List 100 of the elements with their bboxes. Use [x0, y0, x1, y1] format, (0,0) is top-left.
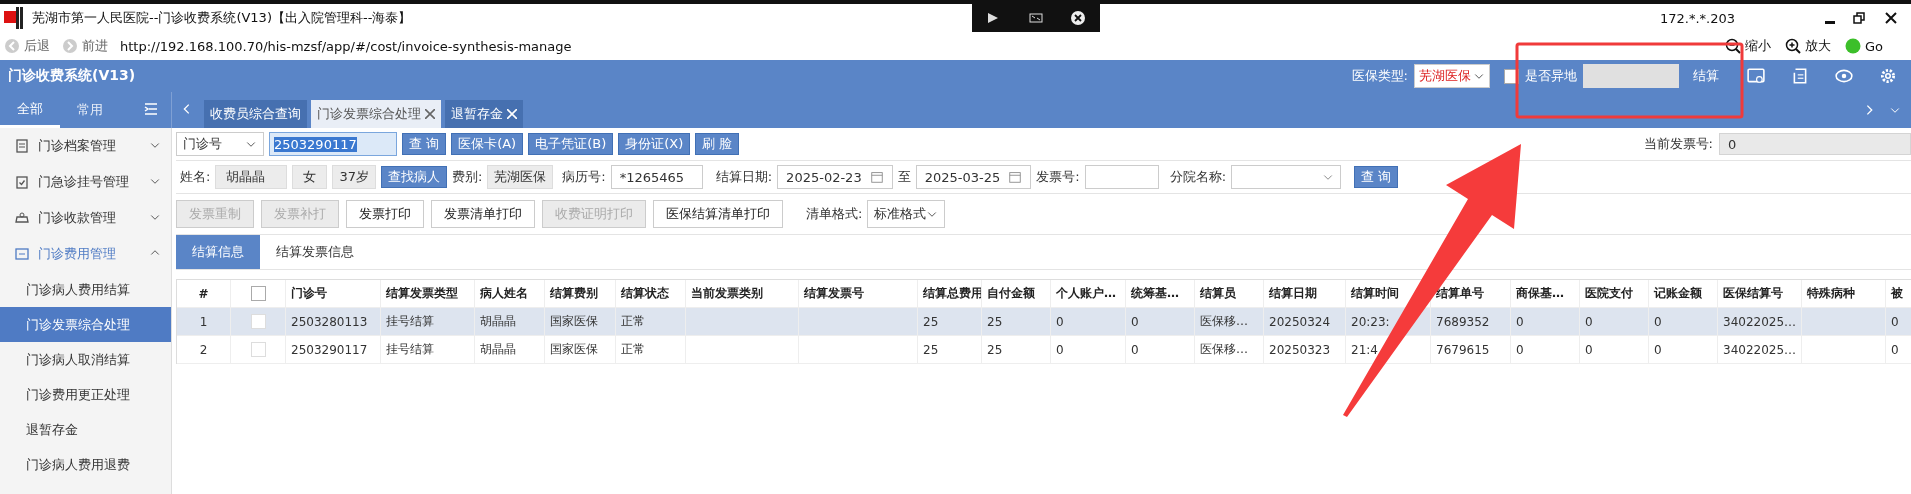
search-button[interactable]: 查 询	[1354, 166, 1399, 188]
minimize-icon	[1825, 21, 1835, 24]
action-button[interactable]: 医保结算清单打印	[653, 200, 783, 228]
date-from-field[interactable]: 2025-02-23	[777, 165, 893, 189]
close-icon[interactable]	[425, 109, 435, 119]
age-field: 37岁	[332, 165, 376, 189]
name-field: 胡晶晶	[215, 165, 288, 189]
remote-input-field[interactable]	[1583, 64, 1679, 88]
table-cell: 0	[1580, 308, 1649, 336]
settle-link[interactable]: 结算	[1693, 67, 1719, 85]
sidebar-item[interactable]: 门诊发票综合处理	[0, 307, 171, 342]
sidebar-item[interactable]: 门诊病人取消结算	[0, 342, 171, 377]
column-header: 记账金额	[1649, 280, 1718, 308]
table-cell: 胡晶晶	[475, 308, 545, 336]
record-no-field[interactable]: *1265465	[610, 165, 703, 189]
card-icon	[1747, 67, 1765, 85]
select-all-checkbox[interactable]	[250, 286, 266, 301]
column-header: 结算状态	[616, 280, 686, 308]
column-header: 结算员	[1195, 280, 1264, 308]
table-cell: 7679615	[1431, 336, 1511, 364]
query-button[interactable]: 查 询	[402, 133, 447, 155]
column-header: 结算发票号	[799, 280, 918, 308]
column-header: 特殊病种	[1802, 280, 1886, 308]
zoom-in-icon	[1784, 38, 1801, 54]
column-header: 病人姓名	[475, 280, 545, 308]
dot-icon	[1844, 38, 1861, 54]
query-mode-select[interactable]: 门诊号	[176, 132, 264, 156]
sidebar-group[interactable]: 门诊费用管理	[0, 236, 171, 272]
document-icon	[14, 138, 30, 154]
query-input-field[interactable]: 2503290117	[269, 132, 397, 156]
close-icon	[1070, 10, 1087, 26]
calendar-icon	[1008, 170, 1023, 184]
back-button[interactable]: 后退	[4, 37, 50, 55]
table-cell: 34022025…	[1718, 308, 1802, 336]
settle-date-label: 结算日期:	[715, 168, 773, 186]
sex-field: 女	[292, 165, 328, 189]
name-label: 姓名:	[180, 168, 211, 186]
table-cell: 7689352	[1431, 308, 1511, 336]
sidebar-item[interactable]: 门诊病人费用结算	[0, 272, 171, 307]
table-cell: 0	[1126, 308, 1195, 336]
sub-tab[interactable]: 结算发票信息	[260, 235, 370, 269]
table-cell: 20250323	[1264, 336, 1346, 364]
insurance-type-label: 医保类型:	[1351, 67, 1408, 85]
zoom-out-icon	[1724, 38, 1741, 54]
table-cell: 0	[1649, 308, 1718, 336]
find-patient-button[interactable]: 查找病人	[380, 166, 447, 188]
table-cell: 25	[982, 336, 1051, 364]
forward-button[interactable]: 前进	[62, 37, 108, 55]
column-header: 自付金额	[982, 280, 1051, 308]
branch-label: 分院名称:	[1169, 168, 1226, 186]
invoice-no-field[interactable]	[1084, 165, 1159, 189]
action-button[interactable]: 发票清单打印	[431, 200, 535, 228]
row-checkbox[interactable]	[250, 314, 266, 329]
sidebar-group[interactable]: 门诊档案管理	[0, 128, 171, 164]
page-tab[interactable]: 退暂存金	[445, 100, 523, 128]
sidebar-group[interactable]: 门诊收款管理	[0, 200, 171, 236]
query-button[interactable]: 电子凭证(B)	[528, 133, 614, 155]
table-cell: 0	[1511, 308, 1580, 336]
eye-icon	[1835, 67, 1853, 85]
page-tab[interactable]: 门诊发票综合处理	[311, 100, 441, 128]
date-separator: 至	[897, 168, 911, 186]
branch-select[interactable]	[1231, 165, 1341, 189]
table-cell: 0	[1580, 336, 1649, 364]
query-button[interactable]: 医保卡(A)	[451, 133, 524, 155]
column-header: 结算总费用	[918, 280, 982, 308]
table-cell: 0	[1886, 308, 1911, 336]
table-cell: 国家医保	[545, 308, 616, 336]
window-title: 芜湖市第一人民医院--门诊收费系统(V13)【出入院管理科--海泰】	[32, 9, 412, 27]
page-tab[interactable]: 收费员综合查询	[204, 100, 307, 128]
table-cell: 国家医保	[545, 336, 616, 364]
app-title: 门诊收费系统(V13)	[8, 67, 136, 85]
document-icon	[1791, 67, 1809, 85]
sidebar-item[interactable]: 门诊病人费用退费	[0, 447, 171, 482]
record-no-label: 病历号:	[562, 168, 606, 186]
action-button[interactable]: 发票打印	[346, 200, 424, 228]
sidebar-item[interactable]: 门诊费用更正处理	[0, 377, 171, 412]
current-invoice-field[interactable]: 0	[1719, 133, 1911, 155]
query-button[interactable]: 身份证(X)	[618, 133, 691, 155]
zoom-out-button[interactable]: 缩小	[1724, 37, 1771, 55]
table-cell: 25	[918, 308, 982, 336]
column-header: 医保结算号	[1718, 280, 1802, 308]
sidebar-item[interactable]: 退暂存金	[0, 412, 171, 447]
settings-icon	[1879, 67, 1897, 85]
go-button[interactable]: Go	[1844, 38, 1883, 54]
format-select[interactable]: 标准格式	[867, 200, 946, 228]
sidebar-group[interactable]: 门急诊挂号管理	[0, 164, 171, 200]
date-to-field[interactable]: 2025-03-25	[915, 165, 1032, 189]
format-label: 清单格式:	[806, 205, 863, 223]
sub-tab[interactable]: 结算信息	[176, 235, 260, 269]
table-cell: 0	[1051, 308, 1126, 336]
table-row[interactable]: 1 2503280113 挂号结算 胡晶晶 国家医保 正常 25 25 0 0 医保移… 20250324 20:23: 7689352 0 0 0 34022025… 0	[177, 308, 1911, 336]
insurance-type-select[interactable]: 芜湖医保	[1414, 64, 1490, 88]
app-logo	[4, 7, 24, 29]
query-button[interactable]: 刷 脸	[695, 133, 740, 155]
url-text[interactable]: http://192.168.100.70/his-mzsf/app/#/cost/invoice-synthesis-manage	[120, 38, 572, 54]
table-cell: 正常	[616, 308, 686, 336]
table-cell: 2503290117	[286, 336, 381, 364]
current-invoice-label: 当前发票号:	[1643, 135, 1713, 153]
zoom-in-button[interactable]: 放大	[1784, 37, 1831, 55]
row-checkbox[interactable]	[250, 342, 266, 357]
